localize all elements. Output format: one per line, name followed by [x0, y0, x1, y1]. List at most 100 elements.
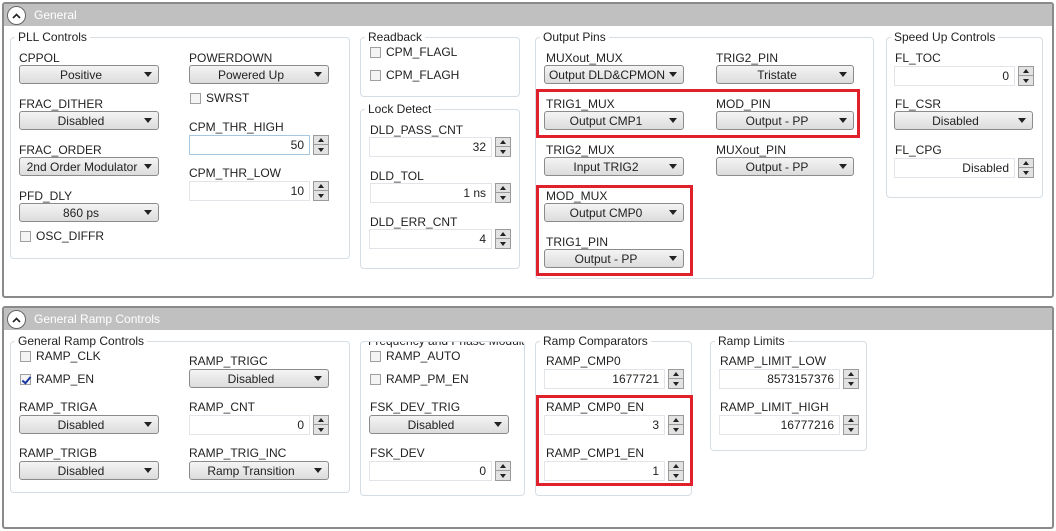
- trig2-mux-dropdown[interactable]: Input TRIG2: [544, 157, 684, 176]
- decrement-button[interactable]: [1019, 76, 1033, 85]
- highlight-box-mod-mux-trig1-pin: [536, 185, 693, 276]
- decrement-button[interactable]: [314, 425, 328, 434]
- ramp-limit-low-spinbox[interactable]: 8573157376: [719, 369, 859, 389]
- checkbox-box[interactable]: [20, 350, 31, 362]
- frac-dither-dropdown[interactable]: Disabled: [19, 111, 159, 130]
- dropdown-value: 2nd Order Modulator: [26, 159, 138, 174]
- decrement-button[interactable]: [496, 147, 510, 156]
- decrement-button[interactable]: [669, 379, 683, 388]
- dld-tol-input[interactable]: 1 ns: [370, 183, 492, 203]
- trig2-mux-label: TRIG2_MUX: [546, 143, 615, 157]
- cpm-thr-low-input[interactable]: 10: [189, 181, 310, 201]
- decrement-button[interactable]: [1019, 168, 1033, 177]
- frac-order-label: FRAC_ORDER: [19, 143, 102, 157]
- decrement-button[interactable]: [496, 239, 510, 248]
- dld-err-cnt-input[interactable]: 4: [369, 229, 492, 249]
- muxout-pin-dropdown[interactable]: Output - PP: [716, 157, 854, 176]
- ramp-trigb-dropdown[interactable]: Disabled: [19, 461, 159, 480]
- fl-cpg-input[interactable]: Disabled: [894, 158, 1015, 178]
- increment-button[interactable]: [314, 182, 328, 191]
- group-title: Ramp Comparators: [540, 334, 651, 348]
- fsk-dev-input[interactable]: 0: [369, 461, 492, 481]
- decrement-button[interactable]: [844, 425, 858, 434]
- frac-order-dropdown[interactable]: 2nd Order Modulator: [19, 157, 159, 176]
- decrement-button[interactable]: [496, 471, 510, 480]
- trig2-pin-dropdown[interactable]: Tristate: [716, 65, 854, 84]
- collapse-button[interactable]: [7, 310, 26, 329]
- muxout-mux-dropdown[interactable]: Output DLD&CPMON: [544, 65, 684, 84]
- group-title: PLL Controls: [15, 30, 90, 44]
- ramp-limit-low-input[interactable]: 8573157376: [719, 369, 840, 389]
- dld-pass-cnt-input[interactable]: 32: [369, 137, 492, 157]
- checkbox-box[interactable]: [20, 373, 31, 385]
- muxout-pin-label: MUXout_PIN: [716, 143, 787, 157]
- ramp-auto-checkbox[interactable]: RAMP_AUTO: [370, 349, 460, 363]
- fl-toc-spinbox[interactable]: 0: [894, 66, 1034, 86]
- ramp-cnt-spinbox[interactable]: 0: [189, 415, 329, 435]
- checkbox-box[interactable]: [370, 373, 381, 385]
- checkbox-box[interactable]: [370, 69, 381, 81]
- dropdown-value: Disabled: [932, 113, 979, 128]
- checkbox-box[interactable]: [190, 92, 201, 104]
- fsk-dev-label: FSK_DEV: [370, 446, 425, 460]
- cpm-thr-low-spinbox[interactable]: 10: [189, 181, 329, 201]
- increment-button[interactable]: [496, 184, 510, 193]
- checkbox-box[interactable]: [20, 230, 31, 242]
- ramp-cnt-input[interactable]: 0: [189, 415, 310, 435]
- ramp-clk-checkbox[interactable]: RAMP_CLK: [20, 349, 101, 363]
- increment-button[interactable]: [1019, 159, 1033, 168]
- increment-button[interactable]: [496, 230, 510, 239]
- cppol-dropdown[interactable]: Positive: [19, 65, 159, 84]
- ramp-trigc-dropdown[interactable]: Disabled: [189, 369, 329, 388]
- increment-button[interactable]: [844, 416, 858, 425]
- increment-button[interactable]: [314, 136, 328, 145]
- ramp-cmp0-input[interactable]: 1677721: [544, 369, 665, 389]
- powerdown-dropdown[interactable]: Powered Up: [189, 65, 329, 84]
- cpm-thr-high-spinbox[interactable]: 50: [189, 135, 329, 155]
- increment-button[interactable]: [314, 416, 328, 425]
- fl-csr-dropdown[interactable]: Disabled: [894, 111, 1033, 130]
- increment-button[interactable]: [669, 370, 683, 379]
- dld-err-cnt-spinbox[interactable]: 4: [369, 229, 511, 249]
- fl-toc-input[interactable]: 0: [894, 66, 1015, 86]
- decrement-button[interactable]: [844, 379, 858, 388]
- osc-diffr-checkbox[interactable]: OSC_DIFFR: [20, 229, 104, 243]
- increment-button[interactable]: [844, 370, 858, 379]
- group-title: Lock Detect: [365, 102, 435, 116]
- swrst-checkbox[interactable]: SWRST: [190, 91, 249, 105]
- increment-button[interactable]: [496, 138, 510, 147]
- fl-cpg-spinbox[interactable]: Disabled: [894, 158, 1034, 178]
- decrement-button[interactable]: [314, 145, 328, 154]
- arrow-up-icon: [848, 372, 854, 376]
- ramp-pm-en-checkbox[interactable]: RAMP_PM_EN: [370, 372, 469, 386]
- fsk-dev-trig-dropdown[interactable]: Disabled: [369, 415, 509, 434]
- checkbox-box[interactable]: [370, 350, 381, 362]
- dropdown-value: Output DLD&CPMON: [548, 67, 666, 82]
- ramp-triga-dropdown[interactable]: Disabled: [19, 415, 159, 434]
- arrow-down-icon: [318, 427, 324, 432]
- cpm-flagl-checkbox[interactable]: CPM_FLAGL: [370, 45, 457, 59]
- checkbox-box[interactable]: [370, 46, 381, 58]
- dld-tol-spinbox[interactable]: 1 ns: [370, 183, 511, 203]
- ramp-limit-high-spinbox[interactable]: 16777216: [719, 415, 859, 435]
- ramp-limit-high-input[interactable]: 16777216: [719, 415, 840, 435]
- ramp-en-checkbox[interactable]: RAMP_EN: [20, 372, 94, 386]
- ramp-trig-inc-label: RAMP_TRIG_INC: [189, 446, 287, 460]
- ramp-cmp0-spinbox[interactable]: 1677721: [544, 369, 684, 389]
- increment-button[interactable]: [496, 462, 510, 471]
- decrement-button[interactable]: [496, 193, 510, 202]
- cpm-flagh-checkbox[interactable]: CPM_FLAGH: [370, 68, 459, 82]
- ramp-trig-inc-dropdown[interactable]: Ramp Transition: [189, 461, 329, 480]
- increment-button[interactable]: [1019, 67, 1033, 76]
- cpm-thr-high-input[interactable]: 50: [189, 135, 310, 155]
- ramp-section-header[interactable]: General Ramp Controls: [4, 308, 1052, 331]
- decrement-button[interactable]: [314, 191, 328, 200]
- collapse-button[interactable]: [7, 6, 26, 25]
- highlight-box-ramp-cmp-en: [536, 395, 693, 486]
- general-section-header[interactable]: General: [4, 4, 1052, 27]
- dld-pass-cnt-spinbox[interactable]: 32: [369, 137, 511, 157]
- arrow-down-icon: [500, 473, 506, 478]
- arrow-up-icon: [318, 138, 324, 142]
- fsk-dev-spinbox[interactable]: 0: [369, 461, 511, 481]
- pfd-dly-dropdown[interactable]: 860 ps: [19, 203, 159, 222]
